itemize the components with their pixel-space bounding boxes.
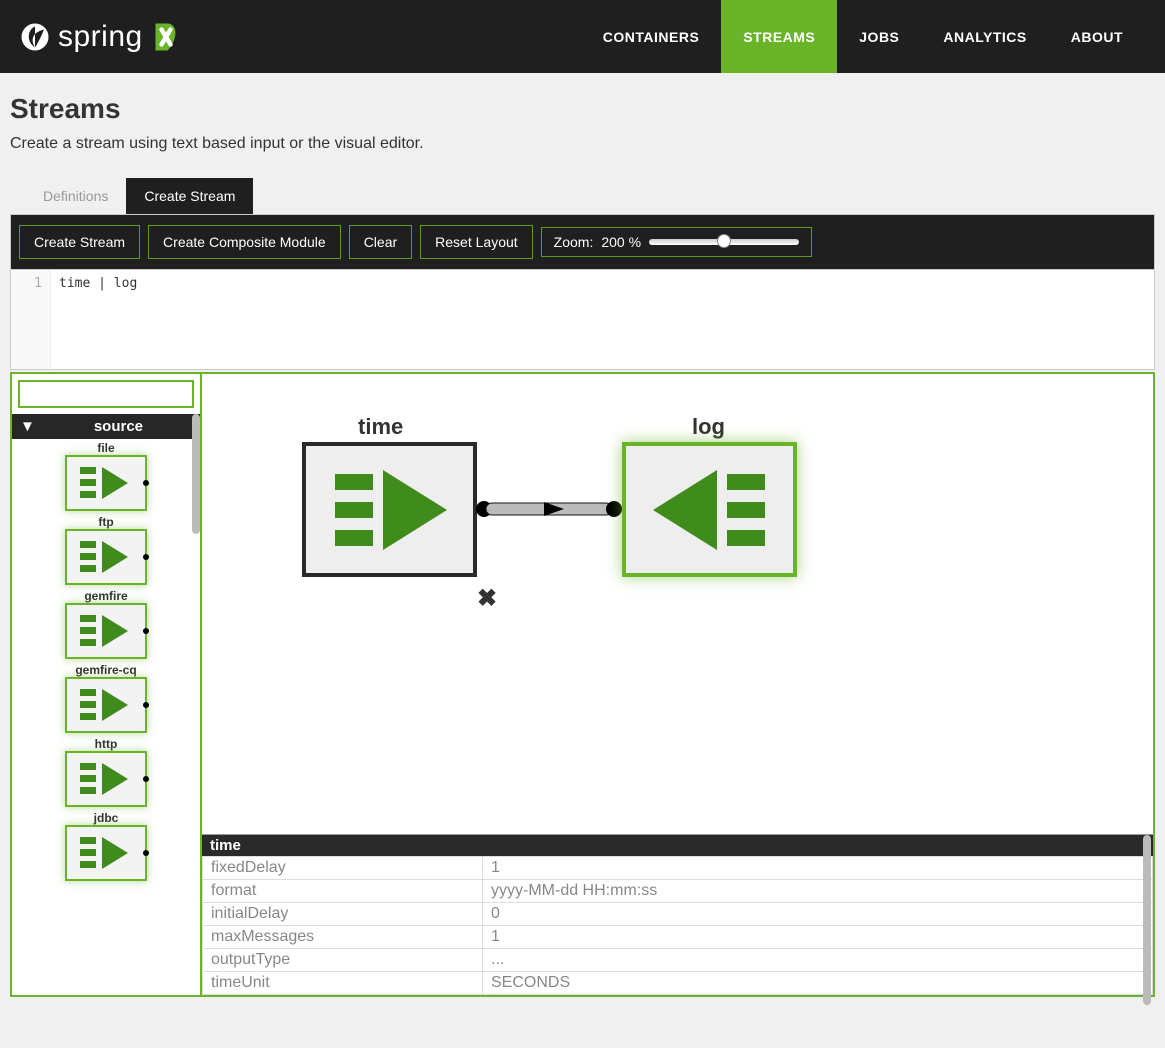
spring-leaf-icon — [20, 22, 50, 52]
prop-key: fixedDelay — [203, 857, 483, 880]
palette-items: file ftp gemfire — [12, 439, 200, 995]
toolbar: Create Stream Create Composite Module Cl… — [10, 214, 1155, 270]
page-subtitle: Create a stream using text based input o… — [10, 135, 1155, 153]
palette-scrollbar[interactable] — [192, 414, 200, 534]
prop-row[interactable]: formatyyyy-MM-dd HH:mm:ss — [203, 880, 1153, 903]
create-composite-button[interactable]: Create Composite Module — [148, 225, 341, 259]
prop-value[interactable]: ... — [483, 949, 1153, 972]
palette-section-header[interactable]: ▼ source — [12, 414, 200, 439]
prop-value[interactable]: SECONDS — [483, 972, 1153, 995]
prop-row[interactable]: outputType... — [203, 949, 1153, 972]
properties-scrollbar[interactable] — [1143, 835, 1151, 1005]
palette-item-http[interactable]: http — [65, 737, 147, 807]
page-content: Streams Create a stream using text based… — [0, 73, 1165, 1017]
prop-key: outputType — [203, 949, 483, 972]
workspace: ▼ source file ftp — [10, 372, 1155, 997]
nav-streams[interactable]: STREAMS — [721, 0, 837, 73]
xd-logo-icon — [151, 22, 181, 52]
prop-row[interactable]: initialDelay0 — [203, 903, 1153, 926]
module-palette: ▼ source file ftp — [12, 374, 202, 995]
editor-code[interactable]: time | log — [51, 270, 145, 369]
delete-node-icon[interactable]: ✖ — [477, 584, 497, 613]
clear-button[interactable]: Clear — [349, 225, 412, 259]
node-time[interactable] — [302, 442, 477, 577]
code-editor[interactable]: 1 time | log — [10, 270, 1155, 370]
nav-jobs[interactable]: JOBS — [837, 0, 921, 73]
source-module-icon — [65, 455, 147, 511]
chevron-down-icon: ▼ — [20, 418, 35, 435]
prop-key: timeUnit — [203, 972, 483, 995]
nav-containers[interactable]: CONTAINERS — [581, 0, 722, 73]
node-label-time: time — [358, 414, 403, 440]
source-module-icon — [65, 603, 147, 659]
app-header: spring CONTAINERS STREAMS JOBS ANALYTICS… — [0, 0, 1165, 73]
tab-definitions[interactable]: Definitions — [25, 178, 126, 214]
palette-section-label: source — [45, 418, 192, 435]
node-log[interactable] — [622, 442, 797, 577]
source-module-icon — [65, 825, 147, 881]
zoom-value: 200 % — [601, 234, 641, 250]
palette-item-gemfire[interactable]: gemfire — [65, 589, 147, 659]
main-nav: CONTAINERS STREAMS JOBS ANALYTICS ABOUT — [581, 0, 1145, 73]
brand-name: spring — [58, 20, 143, 54]
tab-create-stream[interactable]: Create Stream — [126, 178, 253, 214]
page-title: Streams — [10, 93, 1155, 125]
nav-analytics[interactable]: ANALYTICS — [921, 0, 1048, 73]
properties-panel: time fixedDelay1 formatyyyy-MM-dd HH:mm:… — [202, 834, 1153, 995]
zoom-slider-thumb[interactable] — [717, 234, 731, 248]
palette-item-ftp[interactable]: ftp — [65, 515, 147, 585]
prop-value[interactable]: yyyy-MM-dd HH:mm:ss — [483, 880, 1153, 903]
palette-search-input[interactable] — [18, 380, 194, 408]
reset-layout-button[interactable]: Reset Layout — [420, 225, 533, 259]
palette-item-jdbc[interactable]: jdbc — [65, 811, 147, 881]
source-module-icon — [65, 529, 147, 585]
flow-canvas[interactable]: time ✖ log — [202, 374, 1153, 834]
zoom-control: Zoom: 200 % — [541, 227, 812, 257]
properties-table: fixedDelay1 formatyyyy-MM-dd HH:mm:ss in… — [202, 856, 1153, 995]
palette-item-gemfire-cq[interactable]: gemfire-cq — [65, 663, 147, 733]
tabs: Definitions Create Stream — [25, 178, 1155, 214]
prop-row[interactable]: fixedDelay1 — [203, 857, 1153, 880]
prop-value[interactable]: 1 — [483, 926, 1153, 949]
prop-value[interactable]: 0 — [483, 903, 1153, 926]
brand-logo: spring — [20, 20, 181, 54]
properties-title: time — [202, 835, 1153, 856]
nav-about[interactable]: ABOUT — [1049, 0, 1145, 73]
prop-key: maxMessages — [203, 926, 483, 949]
canvas-area: time ✖ log t — [202, 374, 1153, 995]
palette-item-file[interactable]: file — [65, 441, 147, 511]
source-module-icon — [65, 677, 147, 733]
node-label-log: log — [692, 414, 725, 440]
prop-value[interactable]: 1 — [483, 857, 1153, 880]
prop-key: initialDelay — [203, 903, 483, 926]
connector[interactable] — [474, 494, 624, 524]
prop-row[interactable]: timeUnitSECONDS — [203, 972, 1153, 995]
zoom-slider[interactable] — [649, 239, 799, 245]
source-module-icon — [65, 751, 147, 807]
prop-row[interactable]: maxMessages1 — [203, 926, 1153, 949]
prop-key: format — [203, 880, 483, 903]
zoom-label: Zoom: — [554, 234, 594, 250]
create-stream-button[interactable]: Create Stream — [19, 225, 140, 259]
editor-gutter: 1 — [11, 270, 51, 369]
